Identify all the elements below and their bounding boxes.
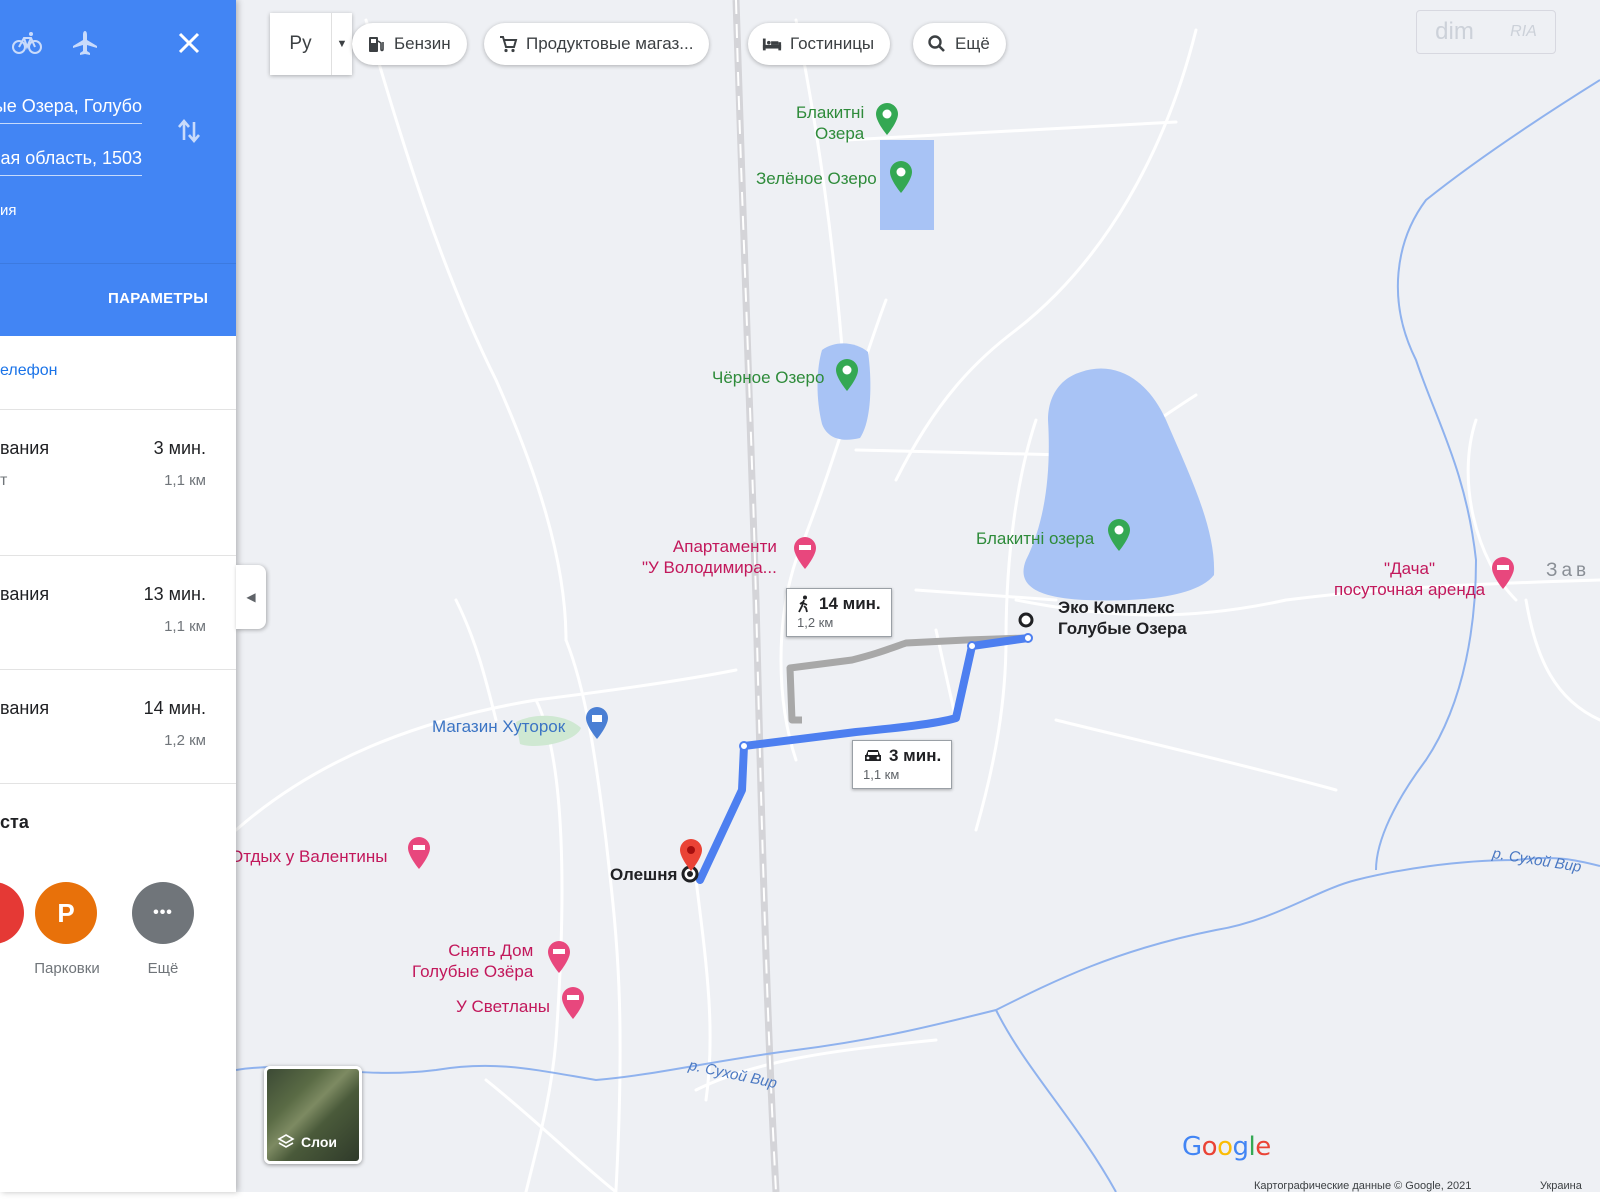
more-dots-icon: ••• <box>153 904 173 921</box>
chip-grocery-label: Продуктовые магаз... <box>526 34 694 53</box>
place-magazin[interactable]: Магазин Хуторок <box>432 716 565 737</box>
parking-icon: P <box>57 897 75 928</box>
chip-more[interactable]: Ещё <box>913 23 1006 65</box>
watermark-left: dim <box>1435 18 1474 45</box>
place-snyat-dom[interactable]: Снять Дом Голубые Озёра <box>412 940 533 982</box>
watermark-logo: dim RIA <box>1416 10 1556 54</box>
swap-icon[interactable] <box>176 116 202 146</box>
layers-button[interactable]: Слои <box>264 1066 362 1164</box>
driving-time: 3 мин. <box>889 746 942 765</box>
nearby-title: ста <box>0 812 29 832</box>
origin-input[interactable]: Голубые Озера, Голубо <box>0 96 142 124</box>
chip-gas-label: Бензин <box>394 34 451 53</box>
route-distance: 1,1 км <box>164 472 206 489</box>
nearby-restaurants-button[interactable] <box>0 882 24 944</box>
route-option-1[interactable]: вания т 3 мин. 1,1 км <box>0 410 236 556</box>
bicycle-icon[interactable] <box>12 28 42 58</box>
hotel-pin-icon[interactable] <box>1490 556 1516 590</box>
watermark-right: RIA <box>1510 23 1537 40</box>
layers-label: Слои <box>301 1134 337 1150</box>
header-divider <box>0 263 236 264</box>
route-time: 13 мин. <box>143 584 206 604</box>
route-time: 3 мин. <box>153 438 206 458</box>
google-logo: Google <box>1182 1132 1271 1162</box>
chevron-left-icon: ◀ <box>246 590 256 604</box>
directions-panel: Голубые Озера, Голубо ская область, 1503… <box>0 0 236 1192</box>
destination-input[interactable]: ская область, 1503 <box>0 148 142 176</box>
route-distance: 1,1 км <box>164 618 206 635</box>
place-u-svetlany[interactable]: У Светланы <box>456 996 550 1017</box>
hotel-pin-icon[interactable] <box>792 536 818 570</box>
route-time: 14 мин. <box>143 698 206 718</box>
language-value: Ру <box>270 13 332 75</box>
place-eco-complex[interactable]: Эко Комплекс Голубые Озера <box>1058 597 1187 639</box>
collapse-panel-button[interactable]: ◀ <box>236 565 266 629</box>
nearby-parking-button[interactable]: P <box>35 882 97 944</box>
route-option-3[interactable]: вания 14 мин. 1,2 км <box>0 670 236 784</box>
place-olesnya[interactable]: Олешня <box>610 864 677 885</box>
car-icon <box>863 748 883 764</box>
shopping-cart-icon <box>498 34 518 54</box>
place-apartments[interactable]: Апартаменти "У Володимира... <box>642 536 777 578</box>
map-canvas[interactable]: Ру ▼ Бензин Продуктовые магаз... Гостини… <box>236 0 1600 1192</box>
chevron-down-icon: ▼ <box>336 38 348 50</box>
place-blakytni-ozera-top[interactable]: Блакитні Озера <box>796 102 864 144</box>
walking-icon <box>797 595 811 613</box>
chip-gas[interactable]: Бензин <box>352 23 467 65</box>
start-marker <box>1018 612 1034 628</box>
hotel-bed-icon <box>762 34 782 54</box>
route-title: вания <box>0 698 50 718</box>
green-pin-icon[interactable] <box>1106 518 1132 552</box>
place-blakytni-ozera[interactable]: Блакитні озера <box>976 528 1094 549</box>
language-selector[interactable]: Ру ▼ <box>270 13 352 75</box>
hotel-pin-icon[interactable] <box>546 940 572 974</box>
place-dacha[interactable]: "Дача" посуточная аренда <box>1334 558 1485 600</box>
send-to-phone-link[interactable]: елефон <box>0 362 58 380</box>
airplane-icon[interactable] <box>70 28 100 58</box>
parameters-button[interactable]: ПАРАМЕТРЫ <box>108 290 208 307</box>
driving-distance: 1,1 км <box>863 767 900 782</box>
route-title: вания <box>0 438 50 458</box>
nearby-parking-label: Парковки <box>34 960 100 977</box>
directions-header: Голубые Озера, Голубо ская область, 1503… <box>0 0 236 336</box>
route-option-2[interactable]: вания 13 мин. 1,1 км <box>0 556 236 670</box>
route-subtitle: т <box>0 472 8 489</box>
walking-route-callout[interactable]: 14 мин. 1,2 км <box>786 588 892 637</box>
nearby-more-label: Ещё <box>147 960 179 977</box>
map-copyright[interactable]: Картографические данные © Google, 2021 <box>1254 1180 1471 1192</box>
send-to-phone-row[interactable]: елефон <box>0 336 236 410</box>
chip-hotels[interactable]: Гостиницы <box>748 23 891 65</box>
maps-page: Ру ▼ Бензин Продуктовые магаз... Гостини… <box>0 0 1600 1200</box>
layers-icon <box>277 1133 295 1151</box>
nearby-more-button[interactable]: ••• <box>132 882 194 944</box>
hotel-pin-icon[interactable] <box>560 986 586 1020</box>
place-zav: Зав <box>1546 560 1591 581</box>
green-pin-icon[interactable] <box>888 160 914 194</box>
close-icon[interactable] <box>176 30 202 56</box>
route-title: вания <box>0 584 50 604</box>
walking-time: 14 мин. <box>819 594 881 613</box>
place-chernoe-ozero[interactable]: Чёрное Озеро <box>712 367 824 388</box>
destination-pin-icon[interactable] <box>678 838 704 872</box>
walking-distance: 1,2 км <box>797 615 834 630</box>
driving-route-callout[interactable]: 3 мин. 1,1 км <box>852 740 953 789</box>
chip-hotels-label: Гостиницы <box>790 34 875 53</box>
map-region: Украина <box>1540 1180 1582 1192</box>
shop-pin-icon[interactable] <box>584 706 610 740</box>
route-options-text[interactable]: ия <box>0 202 17 219</box>
place-otdykh[interactable]: Отдых у Валентины <box>236 846 387 867</box>
green-pin-icon[interactable] <box>834 358 860 392</box>
route-distance: 1,2 км <box>164 732 206 749</box>
search-icon <box>927 34 947 54</box>
chip-more-label: Ещё <box>955 34 990 53</box>
green-pin-icon[interactable] <box>874 102 900 136</box>
place-zelenoe-ozero[interactable]: Зелёное Озеро <box>756 168 877 189</box>
walking-route <box>786 634 1027 724</box>
chip-grocery[interactable]: Продуктовые магаз... <box>484 23 710 65</box>
gas-station-icon <box>366 34 386 54</box>
hotel-pin-icon[interactable] <box>406 836 432 870</box>
